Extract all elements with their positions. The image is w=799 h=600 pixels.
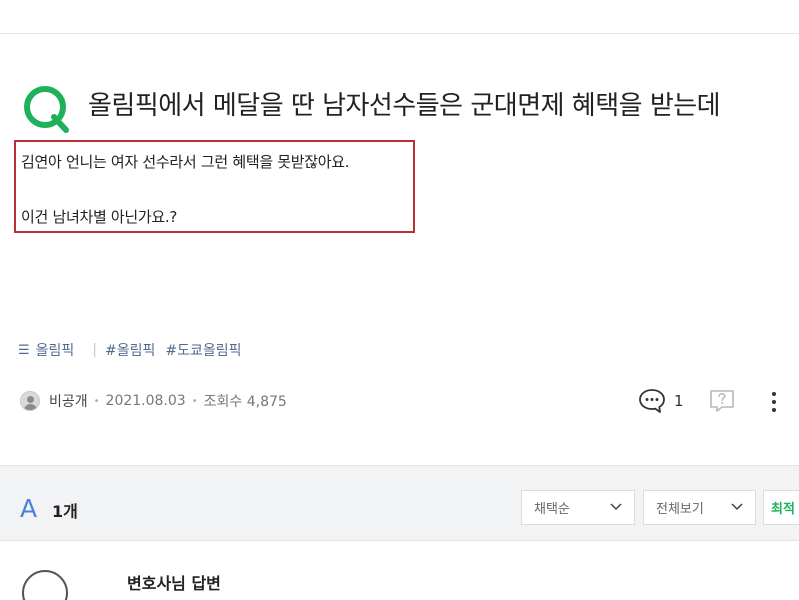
question-meta: 비공개 • 2021.08.03 • 조회수 4,875 (20, 391, 287, 411)
dot-icon (772, 408, 776, 412)
answer-count: 1개 (52, 502, 78, 521)
meta-dot: • (191, 395, 198, 407)
question-title: 올림픽에서 메달을 딴 남자선수들은 군대면제 혜택을 받는데 (88, 91, 721, 121)
dot-icon (772, 392, 776, 396)
category-list-icon: ☰ (18, 342, 30, 358)
comment-count: 1 (674, 392, 684, 410)
tag-link[interactable]: #도쿄올림픽 (165, 340, 241, 360)
answer-a-icon: A (20, 494, 38, 523)
tag-separator: | (92, 342, 98, 358)
question-q-icon (24, 86, 69, 133)
chevron-down-icon (610, 503, 622, 511)
question-body-line-1: 김연아 언니는 여자 선수라서 그런 혜택을 못받잖아요. (21, 153, 350, 171)
more-options-icon[interactable] (763, 390, 785, 414)
best-answer-button[interactable]: 최적 (763, 490, 799, 525)
chevron-down-icon (731, 503, 743, 511)
tag-link[interactable]: #올림픽 (105, 340, 155, 360)
question-body-line-2: 이건 남녀차별 아닌가요.? (21, 208, 178, 226)
answer-question-icon[interactable] (709, 389, 735, 413)
view-filter-value: 전체보기 (656, 502, 704, 517)
post-date: 2021.08.03 (105, 393, 186, 409)
sort-select[interactable]: 채택순 (521, 490, 635, 525)
tag-bar: ☰ 올림픽 | #올림픽 #도쿄올림픽 (18, 340, 252, 360)
dot-icon (772, 400, 776, 404)
view-count: 조회수 4,875 (203, 394, 287, 410)
answer-author: 변호사님 답변 (127, 574, 221, 593)
view-filter-select[interactable]: 전체보기 (643, 490, 756, 525)
author-name: 비공개 (49, 394, 88, 410)
sort-select-value: 채택순 (534, 502, 570, 517)
avatar (20, 391, 40, 411)
comment-icon[interactable] (638, 388, 666, 414)
answerer-avatar (22, 570, 68, 600)
meta-dot: • (93, 395, 100, 407)
top-divider (0, 33, 799, 34)
category-link[interactable]: 올림픽 (36, 340, 75, 360)
